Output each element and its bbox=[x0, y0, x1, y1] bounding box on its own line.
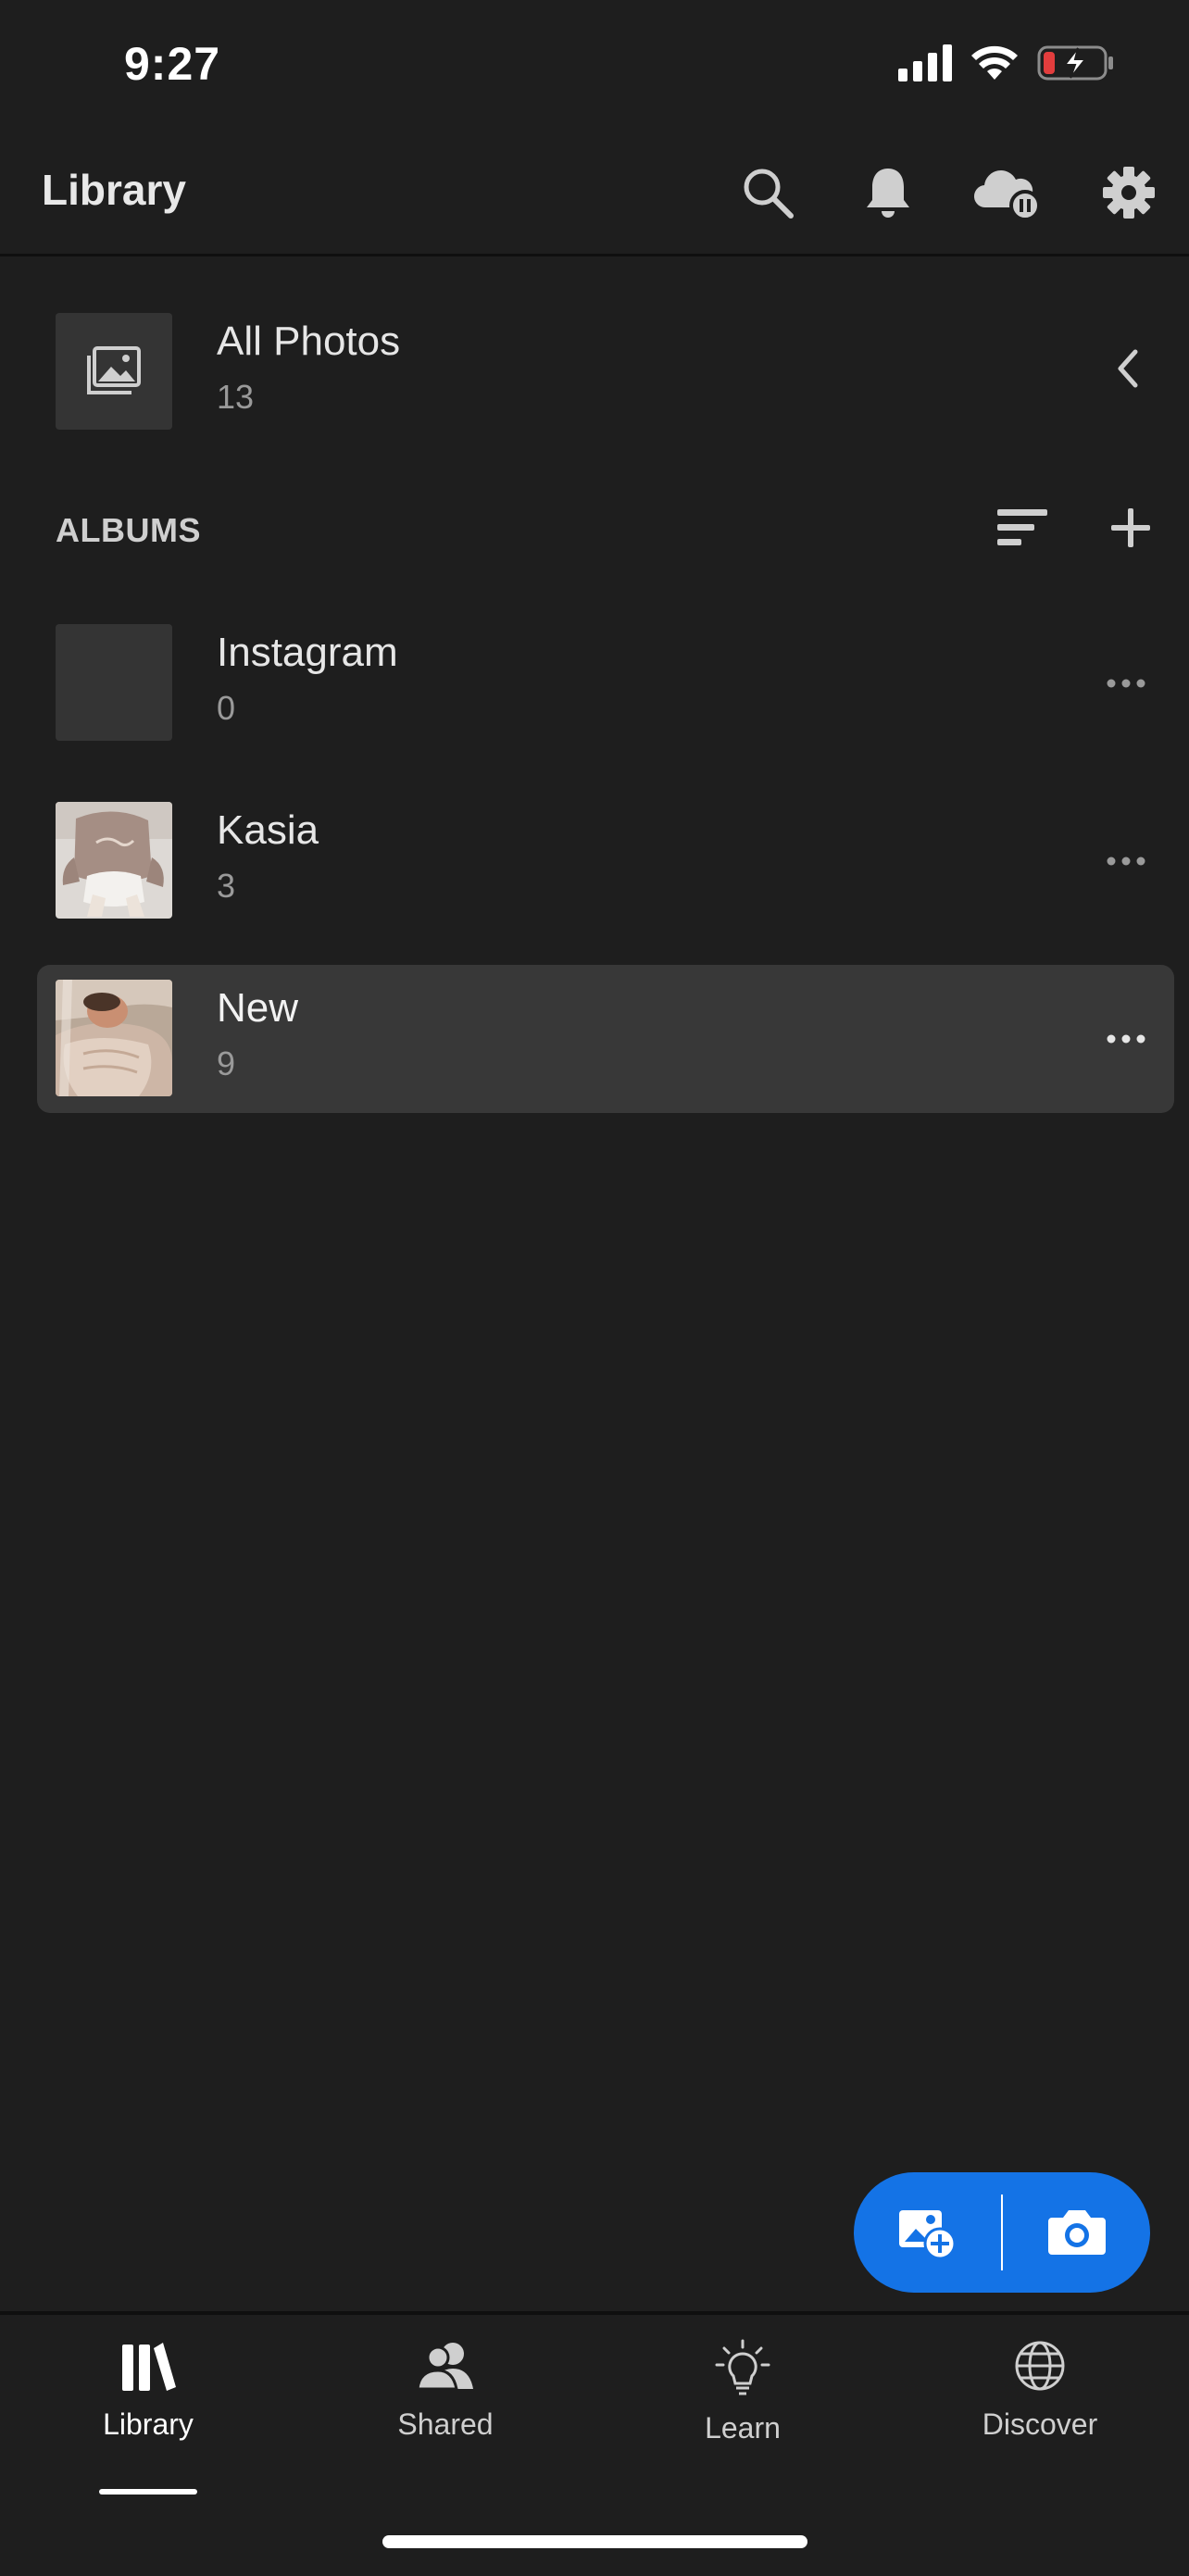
tab-label: Shared bbox=[397, 2407, 494, 2441]
photo-icon bbox=[85, 346, 143, 396]
album-title: New bbox=[217, 985, 299, 1031]
more-icon bbox=[1107, 857, 1145, 866]
album-row-new[interactable]: New 9 bbox=[37, 980, 1174, 1128]
add-album-button[interactable] bbox=[1098, 491, 1163, 565]
battery-charging-icon bbox=[1037, 44, 1115, 81]
album-title: Kasia bbox=[217, 807, 319, 853]
globe-icon bbox=[1013, 2339, 1067, 2393]
library-icon bbox=[120, 2339, 176, 2393]
camera-icon bbox=[1046, 2208, 1108, 2257]
plus-icon bbox=[1109, 506, 1152, 549]
album-more-button[interactable] bbox=[1089, 1011, 1163, 1067]
album-count: 0 bbox=[217, 689, 236, 727]
cloud-paused-icon bbox=[971, 165, 1045, 220]
status-time: 9:27 bbox=[124, 38, 221, 90]
all-photos-title: All Photos bbox=[217, 319, 401, 364]
albums-section-label: ALBUMS bbox=[56, 511, 201, 549]
more-icon bbox=[1107, 1034, 1145, 1044]
search-button[interactable] bbox=[707, 156, 828, 230]
header-actions bbox=[707, 156, 1189, 230]
add-photos-fab bbox=[854, 2172, 1150, 2293]
more-icon bbox=[1107, 679, 1145, 688]
album-title: Instagram bbox=[217, 630, 398, 675]
album-thumbnail-photo bbox=[56, 980, 172, 1096]
album-thumbnail-photo bbox=[56, 802, 172, 919]
gear-icon bbox=[1102, 166, 1156, 219]
active-tab-indicator bbox=[99, 2489, 197, 2495]
album-row-kasia[interactable]: Kasia 3 bbox=[37, 802, 1174, 950]
album-count: 9 bbox=[217, 1044, 236, 1082]
tab-shared[interactable]: Shared bbox=[334, 2339, 557, 2496]
home-indicator bbox=[382, 2535, 807, 2548]
camera-button[interactable] bbox=[1003, 2172, 1150, 2293]
import-photos-button[interactable] bbox=[854, 2172, 1001, 2293]
album-count: 3 bbox=[217, 867, 236, 905]
album-row-instagram[interactable]: Instagram 0 bbox=[37, 624, 1174, 772]
settings-button[interactable] bbox=[1069, 156, 1189, 230]
cellular-signal-icon bbox=[898, 44, 952, 81]
add-photo-icon bbox=[897, 2205, 957, 2260]
all-photos-row[interactable]: All Photos 13 bbox=[37, 313, 1174, 461]
search-icon bbox=[740, 165, 795, 220]
album-thumbnail-empty bbox=[56, 624, 172, 741]
collapse-sidebar-button[interactable] bbox=[1100, 341, 1156, 396]
tab-label: Learn bbox=[705, 2411, 781, 2445]
page-title: Library bbox=[42, 166, 186, 214]
status-icons bbox=[898, 44, 1115, 81]
wifi-icon bbox=[970, 44, 1019, 81]
cloud-sync-button[interactable] bbox=[948, 156, 1069, 230]
tab-library[interactable]: Library bbox=[37, 2339, 259, 2496]
header-divider bbox=[0, 254, 1189, 256]
all-photos-count: 13 bbox=[217, 378, 255, 416]
tab-label: Discover bbox=[982, 2407, 1098, 2441]
album-more-button[interactable] bbox=[1089, 656, 1163, 711]
sort-icon bbox=[997, 507, 1049, 548]
tab-label: Library bbox=[103, 2407, 194, 2441]
all-photos-thumbnail bbox=[56, 313, 172, 430]
sort-albums-button[interactable] bbox=[991, 491, 1056, 565]
tab-discover[interactable]: Discover bbox=[929, 2339, 1151, 2496]
people-icon bbox=[416, 2339, 475, 2393]
chevron-left-icon bbox=[1115, 348, 1141, 389]
album-more-button[interactable] bbox=[1089, 833, 1163, 889]
tab-learn[interactable]: Learn bbox=[632, 2339, 854, 2496]
bell-icon bbox=[863, 165, 913, 220]
lightbulb-icon bbox=[713, 2339, 772, 2396]
notifications-button[interactable] bbox=[828, 156, 948, 230]
